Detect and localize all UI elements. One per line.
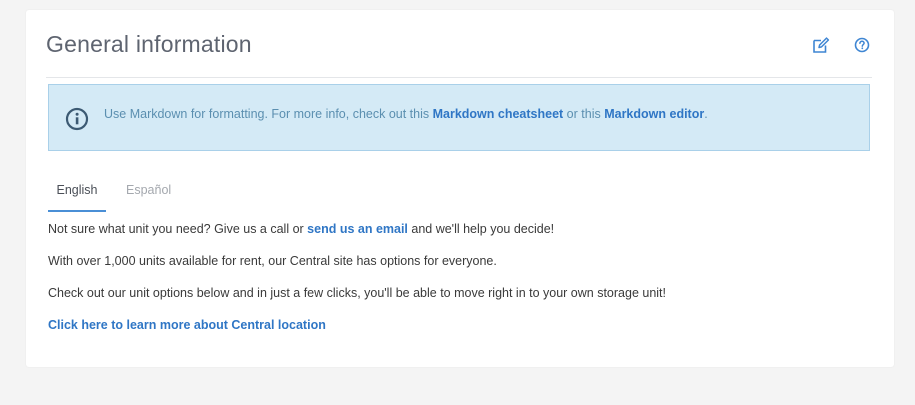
markdown-info-alert: Use Markdown for formatting. For more in… — [48, 84, 870, 151]
info-text-after: . — [704, 107, 708, 121]
edit-icon[interactable] — [811, 35, 831, 55]
content-line-1: Not sure what unit you need? Give us a c… — [48, 222, 554, 236]
info-text-middle: or this — [563, 107, 605, 121]
general-information-card: General information Use Markdown for for… — [26, 10, 894, 367]
markdown-cheatsheet-link[interactable]: Markdown cheatsheet — [433, 107, 564, 121]
content-line-4: Click here to learn more about Central l… — [48, 318, 326, 332]
page-title: General information — [46, 31, 252, 57]
central-location-link[interactable]: Click here to learn more about Central l… — [48, 318, 326, 332]
tab-english[interactable]: English — [48, 182, 106, 212]
content-line-3: Check out our unit options below and in … — [48, 286, 666, 300]
info-message: Use Markdown for formatting. For more in… — [104, 107, 708, 121]
line1-text-before: Not sure what unit you need? Give us a c… — [48, 222, 308, 236]
send-email-link[interactable]: send us an email — [307, 222, 408, 236]
line1-text-after: and we'll help you decide! — [407, 222, 555, 236]
tab-espanol[interactable]: Español — [126, 182, 171, 212]
card-header: General information — [46, 28, 872, 78]
content-line-2: With over 1,000 units available for rent… — [48, 254, 497, 268]
info-icon — [65, 107, 89, 131]
language-tabs: English Español — [48, 182, 348, 212]
help-icon[interactable] — [852, 35, 872, 55]
markdown-editor-link[interactable]: Markdown editor — [604, 107, 704, 121]
info-text-before: Use Markdown for formatting. For more in… — [104, 107, 433, 121]
